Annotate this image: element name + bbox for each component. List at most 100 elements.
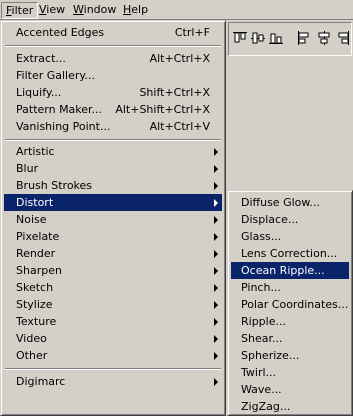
menu-item-shortcut: Alt+Ctrl+X	[149, 52, 210, 65]
menu-item-label: Vanishing Point...	[16, 120, 111, 133]
menu-item-other[interactable]: Other	[4, 347, 222, 364]
menu-window[interactable]: Window	[69, 2, 120, 19]
submenu-arrow-icon	[214, 148, 218, 156]
menu-help-label: elp	[131, 3, 149, 16]
menu-item-label: Sharpen	[16, 264, 62, 277]
menu-item-label: Sketch	[16, 281, 54, 294]
menu-item-label: Liquify...	[16, 86, 62, 99]
menu-item-label: Video	[16, 332, 47, 345]
menu-item-label: Blur	[16, 162, 39, 175]
menu-item-digimarc[interactable]: Digimarc	[4, 373, 222, 390]
submenu-arrow-icon	[214, 352, 218, 360]
menu-item-label: Extract...	[16, 52, 66, 65]
menu-item-label: Brush Strokes	[16, 179, 93, 192]
submenu-item-twirl[interactable]: Twirl...	[231, 364, 349, 381]
menu-item-label: Pattern Maker...	[16, 103, 103, 116]
menu-item-extract[interactable]: Extract... Alt+Ctrl+X	[4, 50, 222, 67]
menu-item-shortcut: Alt+Shift+Ctrl+X	[115, 103, 210, 116]
submenu-arrow-icon	[214, 182, 218, 190]
submenu-arrow-icon	[214, 233, 218, 241]
menu-item-label: Ocean Ripple...	[241, 264, 325, 277]
submenu-item-wave[interactable]: Wave...	[231, 381, 349, 398]
menu-item-pixelate[interactable]: Pixelate	[4, 228, 222, 245]
submenu-arrow-icon	[214, 216, 218, 224]
menu-filter[interactable]: Filter	[1, 2, 39, 19]
menu-item-label: Artistic	[16, 145, 55, 158]
menu-item-label: Ripple...	[241, 315, 286, 328]
menu-item-video[interactable]: Video	[4, 330, 222, 347]
menu-item-label: Filter Gallery...	[16, 69, 95, 82]
submenu-item-ripple[interactable]: Ripple...	[231, 313, 349, 330]
submenu-arrow-icon	[214, 250, 218, 258]
menu-item-noise[interactable]: Noise	[4, 211, 222, 228]
filter-menu: Accented Edges Ctrl+F Extract... Alt+Ctr…	[0, 20, 226, 416]
submenu-item-lens-correction[interactable]: Lens Correction...	[231, 245, 349, 262]
menu-item-distort[interactable]: Distort	[4, 194, 222, 211]
menu-item-label: Distort	[16, 196, 54, 209]
menu-item-label: Stylize	[16, 298, 53, 311]
menu-item-label: Pinch...	[241, 281, 281, 294]
menu-item-label: Other	[16, 349, 48, 362]
menu-item-sketch[interactable]: Sketch	[4, 279, 222, 296]
menu-item-label: Noise	[16, 213, 47, 226]
menu-item-texture[interactable]: Texture	[4, 313, 222, 330]
menu-item-label: Accented Edges	[16, 26, 105, 39]
menu-separator	[5, 368, 221, 370]
submenu-arrow-icon	[214, 318, 218, 326]
submenu-item-pinch[interactable]: Pinch...	[231, 279, 349, 296]
menu-item-shortcut: Shift+Ctrl+X	[139, 86, 210, 99]
menu-view-label: iew	[46, 3, 66, 16]
menu-item-sharpen[interactable]: Sharpen	[4, 262, 222, 279]
menu-item-vanishing-point[interactable]: Vanishing Point... Alt+Ctrl+V	[4, 118, 222, 135]
submenu-item-diffuse-glow[interactable]: Diffuse Glow...	[231, 194, 349, 211]
submenu-item-displace[interactable]: Displace...	[231, 211, 349, 228]
menu-item-label: Spherize...	[241, 349, 300, 362]
menu-item-label: Shear...	[241, 332, 283, 345]
submenu-item-ocean-ripple[interactable]: Ocean Ripple...	[231, 262, 349, 279]
align-right-icon[interactable]	[335, 30, 351, 46]
menu-item-label: Twirl...	[241, 366, 277, 379]
menu-help[interactable]: Help	[119, 2, 152, 19]
menu-item-label: Displace...	[241, 213, 299, 226]
menu-window-label: indow	[83, 3, 117, 16]
menu-item-label: Texture	[16, 315, 57, 328]
menu-separator	[5, 139, 221, 141]
menu-item-brush-strokes[interactable]: Brush Strokes	[4, 177, 222, 194]
menu-item-label: Wave...	[241, 383, 282, 396]
menu-item-pattern-maker[interactable]: Pattern Maker... Alt+Shift+Ctrl+X	[4, 101, 222, 118]
align-vertical-center-icon[interactable]	[250, 30, 266, 46]
submenu-item-zigzag[interactable]: ZigZag...	[231, 398, 349, 415]
menu-filter-label: ilter	[11, 4, 34, 17]
menu-item-stylize[interactable]: Stylize	[4, 296, 222, 313]
align-top-icon[interactable]	[232, 30, 248, 46]
menu-window-mnemonic: W	[73, 3, 84, 16]
menu-item-blur[interactable]: Blur	[4, 160, 222, 177]
submenu-arrow-icon	[214, 378, 218, 386]
submenu-item-glass[interactable]: Glass...	[231, 228, 349, 245]
submenu-arrow-icon	[214, 284, 218, 292]
menu-item-label: Polar Coordinates...	[241, 298, 349, 311]
submenu-arrow-icon	[214, 301, 218, 309]
menu-item-accented-edges[interactable]: Accented Edges Ctrl+F	[4, 24, 222, 41]
menu-item-render[interactable]: Render	[4, 245, 222, 262]
align-horizontal-center-icon[interactable]	[316, 30, 332, 46]
menu-bar: Filter View Window Help	[0, 0, 353, 20]
submenu-item-polar-coordinates[interactable]: Polar Coordinates...	[231, 296, 349, 313]
menu-view[interactable]: View	[35, 2, 69, 19]
menu-item-label: Lens Correction...	[241, 247, 338, 260]
menu-separator	[5, 45, 221, 47]
align-left-icon[interactable]	[296, 30, 312, 46]
align-bottom-icon[interactable]	[268, 30, 284, 46]
menu-item-label: Diffuse Glow...	[241, 196, 320, 209]
submenu-arrow-icon	[214, 335, 218, 343]
submenu-arrow-icon	[214, 199, 218, 207]
menu-item-shortcut: Alt+Ctrl+V	[149, 120, 210, 133]
menu-item-filter-gallery[interactable]: Filter Gallery...	[4, 67, 222, 84]
menu-item-shortcut: Ctrl+F	[174, 26, 210, 39]
menu-item-label: Render	[16, 247, 56, 260]
menu-item-liquify[interactable]: Liquify... Shift+Ctrl+X	[4, 84, 222, 101]
menu-item-label: Glass...	[241, 230, 282, 243]
submenu-item-spherize[interactable]: Spherize...	[231, 347, 349, 364]
menu-item-artistic[interactable]: Artistic	[4, 143, 222, 160]
submenu-item-shear[interactable]: Shear...	[231, 330, 349, 347]
